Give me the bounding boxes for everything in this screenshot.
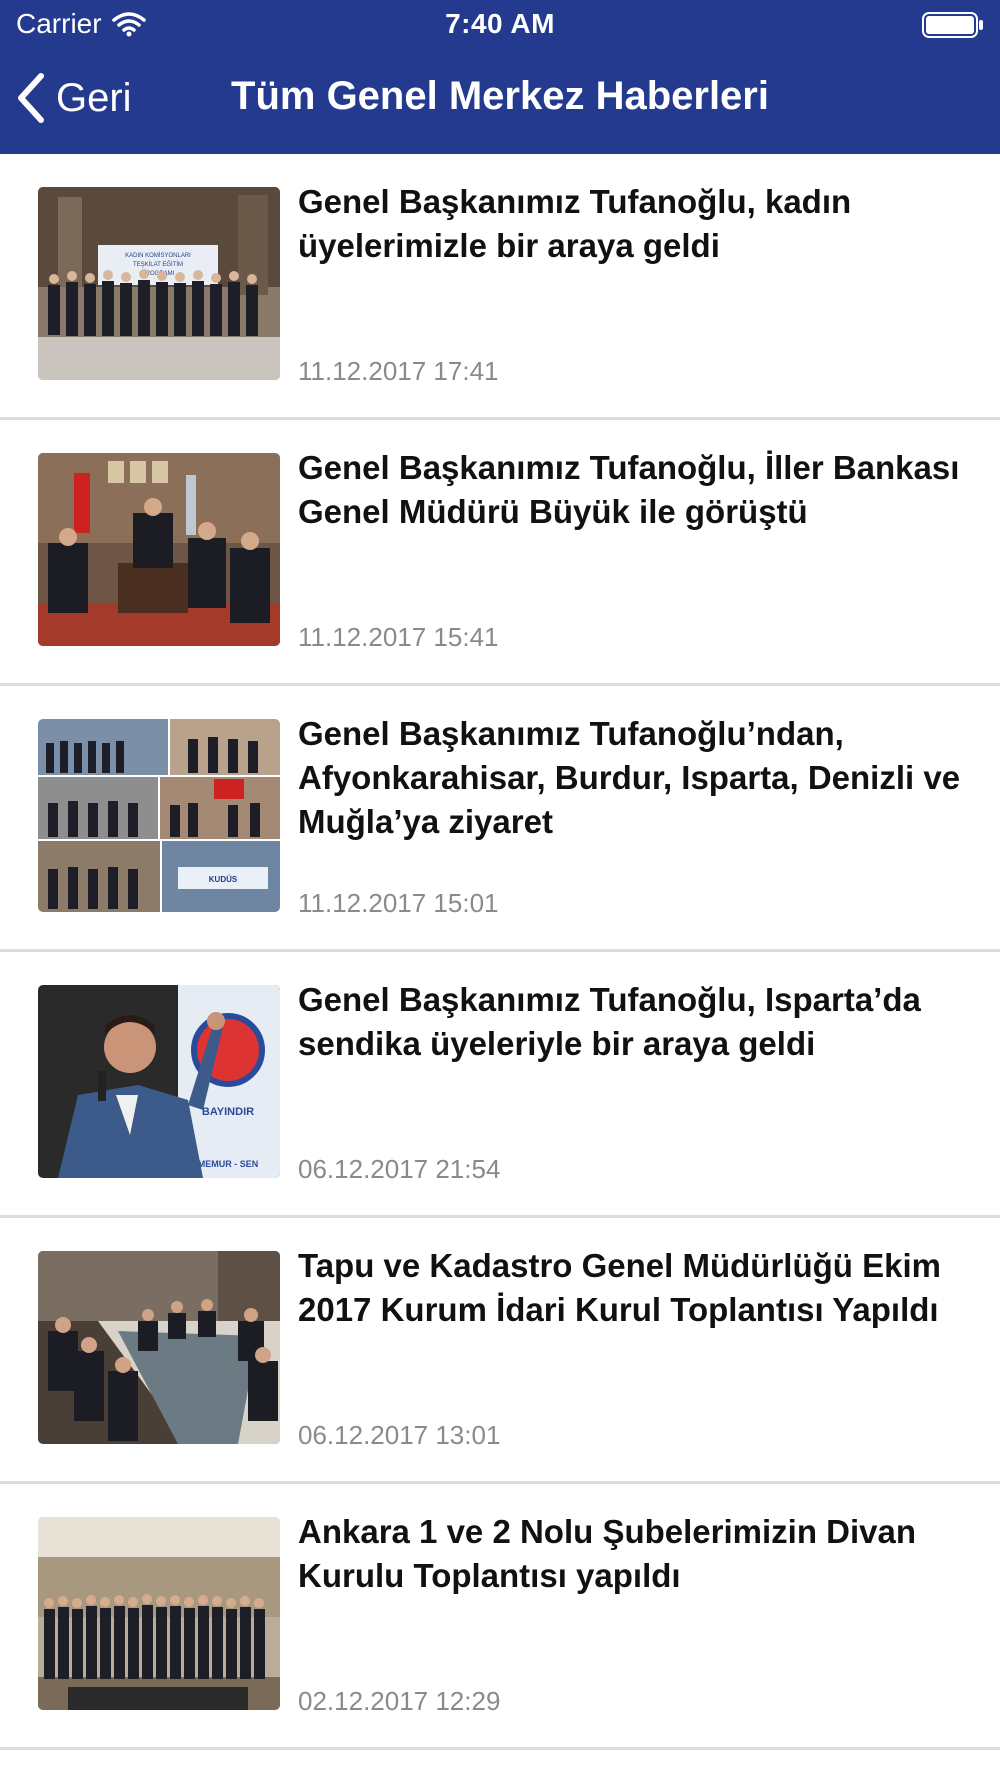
news-item[interactable]: Ankara 1 ve 2 Nolu Şubelerimizin Divan K… [0, 1484, 1000, 1750]
news-title: Genel Başkanımız Tufanoğlu, Isparta’da s… [298, 981, 921, 1062]
news-date: 11.12.2017 17:41 [298, 356, 499, 386]
news-item[interactable]: Genel Başkanımız Tufanoğlu, İller Bankas… [0, 420, 1000, 686]
news-item[interactable]: KUDÜS Genel Başkanımız Tufanoğlu’ndan, A… [0, 686, 1000, 952]
navigation-bar: Geri Tüm Genel Merkez Haberleri [0, 60, 1000, 140]
news-title: Tapu ve Kadastro Genel Müdürlüğü Ekim 20… [298, 1247, 941, 1328]
news-item[interactable]: BAYINDIR MEMUR - SEN Genel Başkanımız Tu… [0, 952, 1000, 1218]
news-thumbnail [38, 453, 280, 646]
news-date: 11.12.2017 15:01 [298, 888, 499, 918]
banner-line-2: MEMUR - SEN [198, 1159, 259, 1169]
news-title: Genel Başkanımız Tufanoğlu, kadın üyeler… [298, 183, 852, 264]
news-title: Genel Başkanımız Tufanoğlu’ndan, Afyonka… [298, 715, 961, 840]
news-item[interactable]: Tapu ve Kadastro Genel Müdürlüğü Ekim 20… [0, 1218, 1000, 1484]
news-title: Genel Başkanımız Tufanoğlu, İller Bankas… [298, 449, 960, 530]
news-thumbnail: KUDÜS [38, 719, 280, 912]
battery-icon [922, 12, 984, 38]
banner-line-1: BAYINDIR [202, 1106, 254, 1118]
news-thumbnail: BAYINDIR MEMUR - SEN [38, 985, 280, 1178]
news-item[interactable]: KADIN KOMİSYONLARI TEŞKİLAT EĞİTİM PROGR… [0, 154, 1000, 420]
news-title: Ankara 1 ve 2 Nolu Şubelerimizin Divan K… [298, 1513, 917, 1594]
news-thumbnail: KADIN KOMİSYONLARI TEŞKİLAT EĞİTİM PROGR… [38, 187, 280, 380]
news-thumbnail [38, 1517, 280, 1710]
page-title: Tüm Genel Merkez Haberleri [231, 74, 769, 118]
banner-text: KUDÜS [209, 875, 238, 884]
banner-line-1: KADIN KOMİSYONLARI [125, 252, 191, 259]
news-list: KADIN KOMİSYONLARI TEŞKİLAT EĞİTİM PROGR… [0, 154, 1000, 1750]
status-bar: Carrier 7:40 AM [0, 0, 1000, 50]
banner-line-2: TEŞKİLAT EĞİTİM [133, 261, 183, 268]
news-thumbnail [38, 1251, 280, 1444]
news-date: 06.12.2017 21:54 [298, 1154, 501, 1184]
status-time: 7:40 AM [445, 8, 555, 39]
news-date: 02.12.2017 12:29 [298, 1686, 501, 1716]
news-date: 11.12.2017 15:41 [298, 622, 499, 652]
app-header: Carrier 7:40 AM Geri Tüm Genel Merkez Ha… [0, 0, 1000, 154]
news-date: 06.12.2017 13:01 [298, 1420, 501, 1450]
